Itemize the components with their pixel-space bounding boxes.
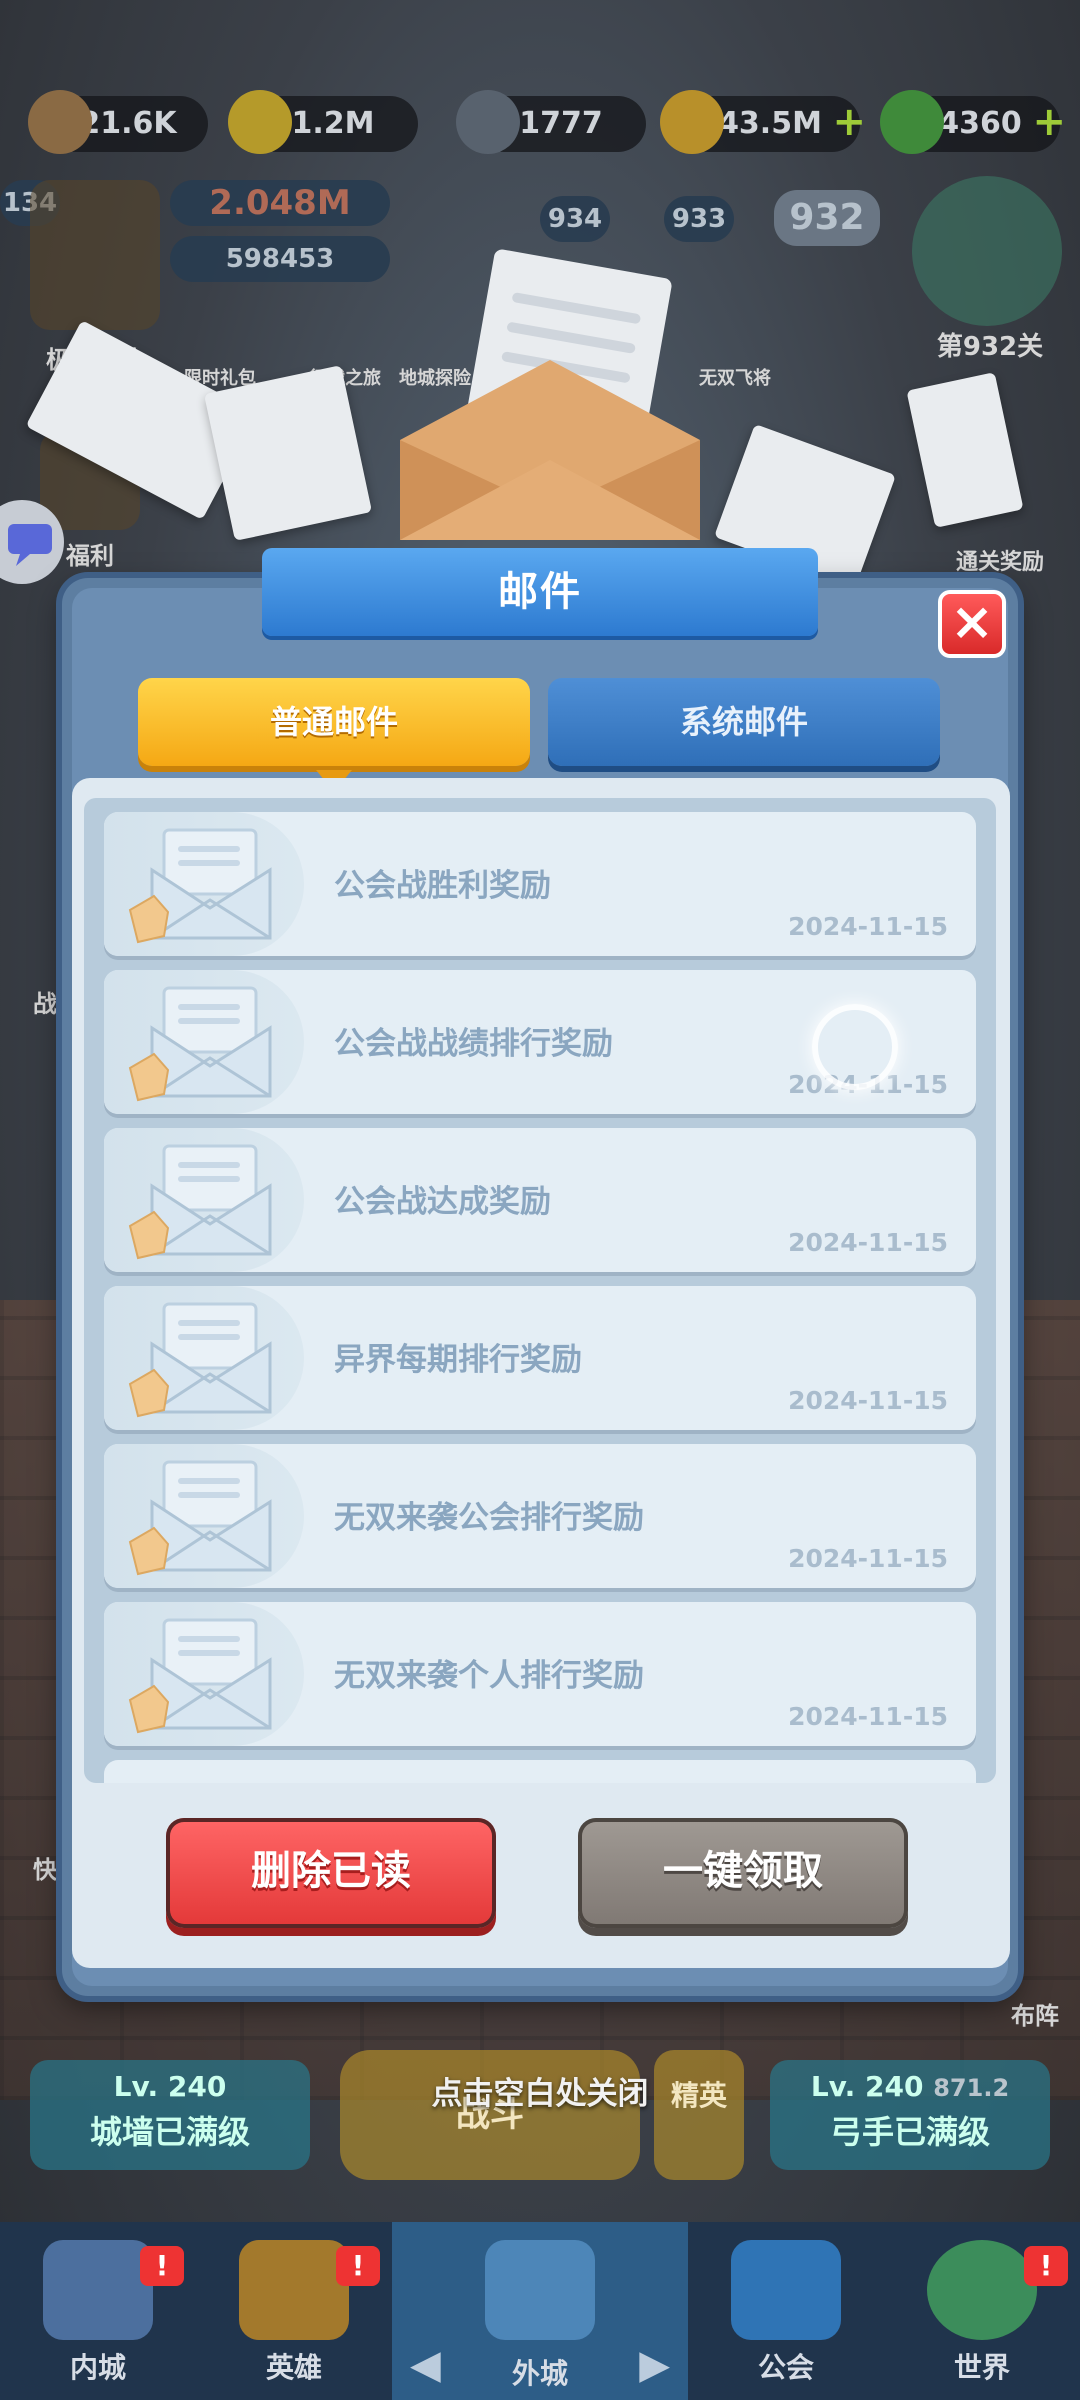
- resource-value: 1.2M: [291, 106, 375, 141]
- gold-icon: [660, 90, 724, 154]
- mail-envelope-icon: [128, 1302, 272, 1418]
- tower-icon: [485, 2240, 595, 2340]
- mail-date: 2024-11-15: [788, 1228, 948, 1257]
- close-button[interactable]: ×: [938, 590, 1006, 658]
- nav-heroes[interactable]: ! 英雄: [196, 2222, 392, 2400]
- player-id: 598453: [170, 236, 390, 282]
- mail-title: 异界每期排行奖励: [334, 1342, 582, 1378]
- mail-list[interactable]: 公会战胜利奖励 2024-11-15 公会战战绩排行奖励 2024-11-15 公会战达…: [84, 798, 996, 1783]
- mail-date: 2024-11-15: [788, 1386, 948, 1415]
- hero-helmet-icon: [239, 2240, 349, 2340]
- mail-envelope-icon: [128, 986, 272, 1102]
- resource-value: 21.6K: [79, 106, 177, 141]
- resource-wood[interactable]: 21.6K: [28, 90, 208, 154]
- resource-gold[interactable]: 43.5M +: [660, 90, 866, 154]
- mail-date: 2024-11-15: [788, 1702, 948, 1731]
- mail-icon-area: [104, 1286, 304, 1430]
- notification-badge: !: [336, 2246, 380, 2286]
- mail-icon-area: [104, 970, 304, 1114]
- resource-bar: 21.6K 1.2M 1777 43.5M + 4360 +: [0, 90, 1080, 156]
- close-hint: 点击空白处关闭: [431, 2076, 649, 2112]
- mail-icon-area: [104, 1128, 304, 1272]
- dialog-title: 邮件: [262, 548, 818, 636]
- add-gold-icon[interactable]: +: [832, 102, 866, 142]
- mail-envelope-icon: [128, 828, 272, 944]
- stage-current: 932: [774, 190, 880, 246]
- add-gem-icon[interactable]: +: [1032, 102, 1066, 142]
- mail-envelope-icon: [128, 1460, 272, 1576]
- mail-item[interactable]: 无双来袭公会排行奖励 2024-11-15: [104, 1444, 976, 1588]
- notification-badge: !: [1024, 2246, 1068, 2286]
- castle-icon: [43, 2240, 153, 2340]
- mail-date: 2024-11-15: [788, 1544, 948, 1573]
- world-map-icon[interactable]: [912, 176, 1062, 326]
- mail-item[interactable]: 公会战达成奖励 2024-11-15: [104, 1128, 976, 1272]
- resource-value: 1777: [519, 106, 603, 141]
- resource-iron[interactable]: 1777: [456, 90, 646, 154]
- nav-label: 世界: [953, 2351, 1010, 2384]
- mail-title: 公会战胜利奖励: [334, 868, 551, 904]
- nav-label: 英雄: [265, 2351, 322, 2384]
- mail-envelope-icon: [128, 1144, 272, 1260]
- mail-icon-area: [104, 1444, 304, 1588]
- star-coin-icon: [228, 90, 292, 154]
- mail-item[interactable]: 异界每期排行奖励 2024-11-15: [104, 1286, 976, 1430]
- tab-normal-mail[interactable]: 普通邮件: [138, 678, 530, 792]
- loading-spinner-icon: [812, 1004, 898, 1090]
- mail-title: 公会战战绩排行奖励: [334, 1026, 613, 1062]
- nav-outer-city[interactable]: ◀ ▶ 外城: [392, 2222, 688, 2400]
- mail-title: 无双来袭个人排行奖励: [334, 1658, 644, 1694]
- open-envelope-icon: [400, 249, 700, 540]
- resource-value: 4360: [938, 106, 1022, 141]
- nav-world[interactable]: ! 世界: [884, 2222, 1080, 2400]
- archer-text: 弓手已满级: [829, 2113, 990, 2151]
- collect-all-button[interactable]: 一键领取: [578, 1818, 908, 1928]
- globe-icon: [927, 2240, 1037, 2340]
- mail-icon-area: [104, 812, 304, 956]
- gem-icon: [880, 90, 944, 154]
- nav-label: 公会: [757, 2351, 814, 2384]
- iron-icon: [456, 90, 520, 154]
- wall-text: 城墙已满级: [89, 2113, 250, 2151]
- avatar[interactable]: [30, 180, 160, 330]
- bottom-nav: ! 内城 ! 英雄 ◀ ▶ 外城 公会 ! 世界: [0, 2222, 1080, 2400]
- close-icon: ×: [950, 592, 994, 652]
- player-power: 2.048M: [170, 180, 390, 226]
- chat-button[interactable]: [0, 500, 64, 584]
- nav-label: 外城: [511, 2357, 568, 2390]
- stage-934: 934: [540, 196, 610, 242]
- stage-933: 933: [664, 196, 734, 242]
- mail-item-partial[interactable]: [104, 1760, 976, 1783]
- nav-guild[interactable]: 公会: [688, 2222, 884, 2400]
- resource-gem[interactable]: 4360 +: [880, 90, 1066, 154]
- mail-icon-area: [104, 1602, 304, 1746]
- mail-item[interactable]: 无双来袭个人排行奖励 2024-11-15: [104, 1602, 976, 1746]
- clear-reward-label: 通关奖励: [955, 550, 1044, 575]
- chat-icon: [8, 524, 52, 566]
- wood-icon: [28, 90, 92, 154]
- tab-system-mail[interactable]: 系统邮件: [548, 678, 940, 766]
- notification-badge: !: [140, 2246, 184, 2286]
- mail-date: 2024-11-15: [788, 912, 948, 941]
- mail-title: 无双来袭公会排行奖励: [334, 1500, 644, 1536]
- delete-read-button[interactable]: 删除已读: [166, 1818, 496, 1928]
- nav-inner-city[interactable]: ! 内城: [0, 2222, 196, 2400]
- stage-label: 第932关: [936, 332, 1044, 362]
- resource-value: 43.5M: [718, 106, 822, 141]
- mail-envelope-icon: [128, 1618, 272, 1734]
- handshake-icon: [731, 2240, 841, 2340]
- resource-star-coin[interactable]: 1.2M: [228, 90, 418, 154]
- nav-label: 内城: [69, 2351, 126, 2384]
- mail-item[interactable]: 公会战胜利奖励 2024-11-15: [104, 812, 976, 956]
- formation-label: 布阵: [1011, 2002, 1059, 2030]
- mail-title: 公会战达成奖励: [334, 1184, 551, 1220]
